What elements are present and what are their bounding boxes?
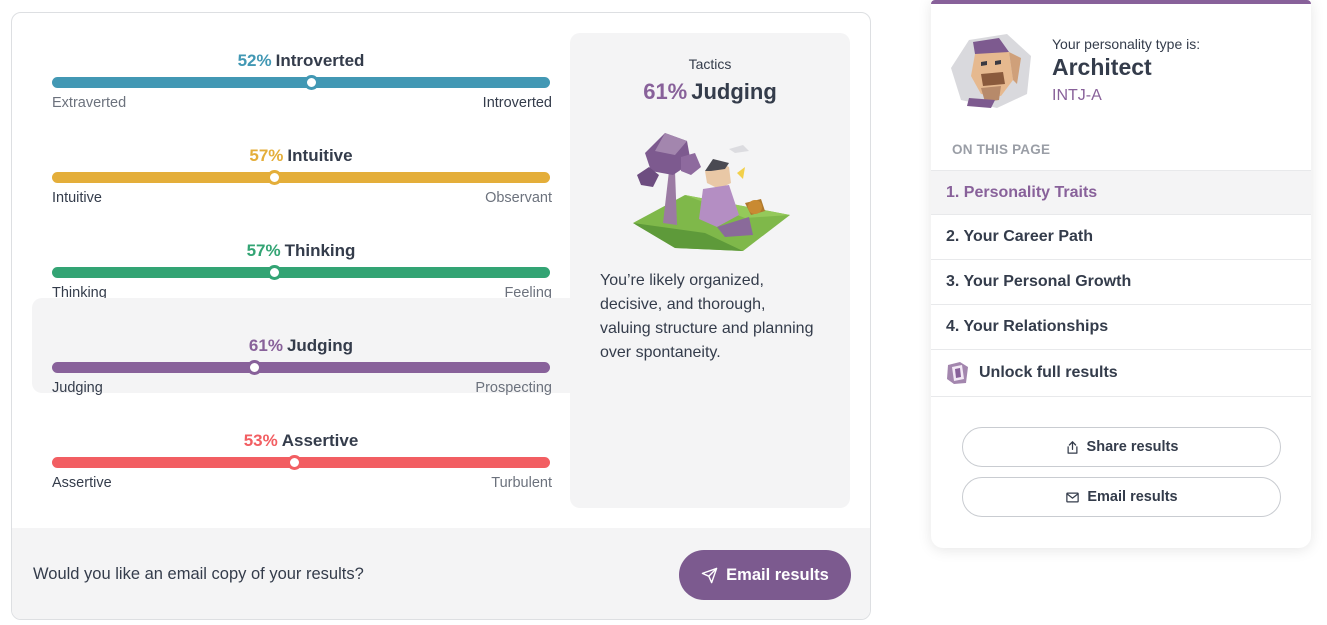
trait-label: Judging [286, 336, 354, 355]
unlock-label: Unlock full results [979, 364, 1118, 381]
traits-card: 52% Introverted Extraverted Introverted 57% I… [11, 12, 871, 620]
trait-title: 52% Introverted [52, 51, 550, 71]
trait-category: Tactics [688, 56, 732, 72]
sidebar-email-results-label: Email results [1087, 489, 1178, 505]
trait-knob[interactable] [266, 170, 282, 185]
trait-percent: 52% [237, 51, 272, 70]
email-results-label: Email results [726, 565, 829, 584]
trait-knob[interactable] [246, 360, 262, 375]
trait-title: 61% Judging [52, 336, 550, 356]
trait-label: Intuitive [287, 146, 353, 165]
results-sidebar: Your personality type is: Architect INTJ… [931, 0, 1311, 548]
trait-bar [52, 455, 550, 470]
share-results-button[interactable]: Share results [962, 427, 1281, 467]
trait-right-pole: Turbulent [491, 475, 552, 491]
trait-bar [52, 360, 550, 375]
trait-detail-panel: Tactics 61% Judging You’re likely organiz… [570, 33, 850, 508]
share-icon [1067, 440, 1078, 454]
trait-title: 53% Assertive [52, 431, 550, 451]
toc-item-relationships[interactable]: 4. Your Relationships [931, 305, 1311, 350]
toc-item-personality-traits[interactable]: 1. Personality Traits [931, 170, 1311, 215]
trait-bar [52, 265, 550, 280]
trait-percent: 53% [243, 431, 278, 450]
trait-title: 57% Thinking [52, 241, 550, 261]
trait-scale-intuitive[interactable]: 57% Intuitive Intuitive Observant [32, 108, 572, 206]
trait-scales: 52% Introverted Extraverted Introverted 57% I… [12, 13, 572, 528]
trait-detail-percent: 61% [643, 79, 688, 104]
toc-item-unlock-full-results[interactable]: Unlock full results [931, 350, 1311, 397]
trait-title: 57% Intuitive [52, 146, 550, 166]
personality-type-name: Architect [1052, 54, 1152, 80]
trait-bar [52, 75, 550, 90]
trait-label: Introverted [275, 51, 365, 70]
sidebar-email-results-button[interactable]: Email results [962, 477, 1281, 517]
personality-type-label: Your personality type is: [1052, 36, 1201, 52]
trait-label: Thinking [284, 241, 356, 260]
trait-scale-judging[interactable]: 61% Judging Judging Prospecting [32, 298, 572, 396]
sidebar-accent-bar [931, 0, 1311, 4]
judging-illustration [633, 133, 790, 251]
trait-scale-thinking[interactable]: 57% Thinking Thinking Feeling [32, 203, 572, 301]
toc-heading: ON THIS PAGE [952, 142, 1051, 157]
unlock-icon [947, 362, 968, 384]
toc-item-career-path[interactable]: 2. Your Career Path [931, 215, 1311, 260]
trait-detail-label: Judging [691, 79, 777, 104]
trait-bar [52, 170, 550, 185]
architect-avatar [951, 34, 1031, 108]
trait-scale-introverted[interactable]: 52% Introverted Extraverted Introverted [32, 13, 572, 111]
email-copy-prompt: Would you like an email copy of your res… [33, 565, 364, 583]
page-toc: 1. Personality Traits 2. Your Career Pat… [931, 170, 1311, 397]
trait-knob[interactable] [286, 455, 302, 470]
share-results-label: Share results [1086, 439, 1179, 455]
trait-left-pole: Assertive [52, 475, 112, 491]
email-results-button[interactable]: Email results [679, 550, 851, 600]
trait-percent: 57% [246, 241, 281, 260]
trait-label: Assertive [281, 431, 359, 450]
trait-knob[interactable] [303, 75, 319, 90]
envelope-icon [1066, 492, 1080, 502]
trait-detail-description: You’re likely organized, decisive, and t… [600, 272, 814, 361]
trait-percent: 61% [248, 336, 283, 355]
trait-percent: 57% [249, 146, 284, 165]
trait-detail-heading: 61% Judging [570, 79, 850, 105]
personality-type-code[interactable]: INTJ-A [1052, 87, 1102, 105]
toc-item-personal-growth[interactable]: 3. Your Personal Growth [931, 260, 1311, 305]
trait-knob[interactable] [266, 265, 282, 280]
email-copy-footer: Would you like an email copy of your res… [12, 528, 870, 619]
trait-scale-assertive[interactable]: 53% Assertive Assertive Turbulent [32, 393, 572, 491]
paper-plane-icon [701, 567, 718, 583]
